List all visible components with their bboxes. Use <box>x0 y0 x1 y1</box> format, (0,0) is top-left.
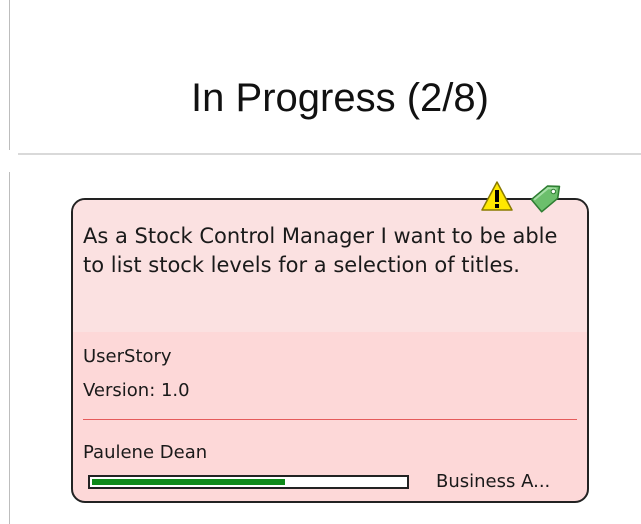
card-progress-fill <box>92 479 285 485</box>
kanban-card[interactable]: As a Stock Control Manager I want to be … <box>71 198 589 503</box>
card-phase: Business A... <box>436 471 551 492</box>
warning-icon <box>481 181 513 211</box>
column-left-border-top <box>9 0 10 150</box>
card-author: Paulene Dean <box>83 442 208 463</box>
column-left-border-bottom <box>9 172 10 524</box>
card-description: As a Stock Control Manager I want to be … <box>83 224 558 277</box>
green-tag-icon <box>530 185 561 213</box>
card-divider <box>83 419 577 420</box>
column-title: In Progress (2/8) <box>191 76 489 120</box>
column-header-divider <box>18 153 641 155</box>
card-stereotype: UserStory <box>83 346 172 367</box>
card-progress-bar <box>88 475 409 489</box>
card-version: Version: 1.0 <box>83 380 190 401</box>
